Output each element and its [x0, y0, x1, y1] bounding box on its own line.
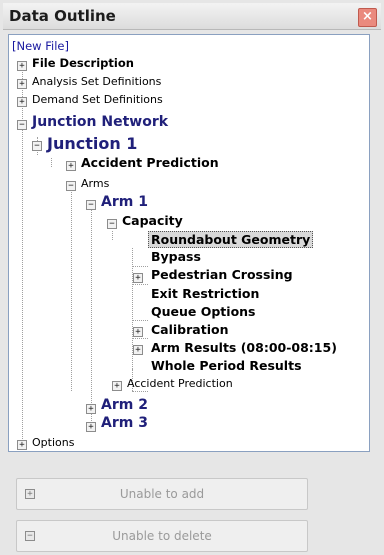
expand-plus-icon[interactable]: + [86, 422, 96, 432]
collapse-minus-icon[interactable]: − [86, 200, 96, 210]
tree-item-arm-accident-prediction[interactable]: Accident Prediction [127, 377, 233, 390]
outline-tree[interactable]: [New File] + File Description + Analysis… [8, 34, 370, 452]
tree-item-capacity[interactable]: Capacity [122, 213, 183, 228]
collapse-minus-icon[interactable]: − [32, 141, 42, 151]
tree-line [132, 266, 148, 267]
tree-line [91, 206, 92, 431]
expand-plus-icon[interactable]: + [133, 327, 143, 337]
tree-item-whole-period-results[interactable]: Whole Period Results [151, 358, 302, 373]
tree-item-roundabout-geometry[interactable]: Roundabout Geometry [148, 231, 314, 248]
tree-item-demand-set-definitions[interactable]: Demand Set Definitions [32, 93, 163, 106]
collapse-minus-icon[interactable]: − [107, 219, 117, 229]
tree-line [112, 231, 113, 240]
close-icon[interactable]: × [358, 8, 377, 27]
expand-plus-icon[interactable]: + [133, 273, 143, 283]
tree-item-bypass[interactable]: Bypass [151, 249, 201, 264]
tree-line [22, 61, 23, 447]
add-button-label: Unable to add [119, 487, 205, 501]
panel-title: Data Outline [9, 7, 116, 25]
delete-button-label: Unable to delete [112, 529, 212, 543]
tree-line [132, 338, 148, 339]
tree-item-calibration[interactable]: Calibration [151, 322, 228, 337]
tree-line [71, 181, 72, 391]
tree-item-analysis-set-definitions[interactable]: Analysis Set Definitions [32, 75, 161, 88]
tree-item-file-description[interactable]: File Description [32, 56, 134, 70]
tree-line [132, 284, 148, 285]
expand-plus-icon[interactable]: + [17, 61, 27, 71]
tree-item-arms[interactable]: Arms [81, 177, 109, 190]
tree-item-arm-2[interactable]: Arm 2 [101, 397, 148, 413]
expand-plus-icon[interactable]: + [86, 404, 96, 414]
tree-item-pedestrian-crossing[interactable]: Pedestrian Crossing [151, 267, 293, 282]
add-button[interactable]: + Unable to add [16, 478, 308, 510]
expand-plus-icon[interactable]: + [17, 79, 27, 89]
tree-item-options[interactable]: Options [32, 436, 74, 449]
tree-item-arm-3[interactable]: Arm 3 [101, 415, 148, 431]
expand-plus-icon[interactable]: + [17, 97, 27, 107]
expand-plus-icon[interactable]: + [112, 381, 122, 391]
expand-plus-icon[interactable]: + [133, 345, 143, 355]
delete-button[interactable]: − Unable to delete [16, 520, 308, 552]
collapse-minus-icon[interactable]: − [66, 181, 76, 191]
tree-line [132, 391, 148, 392]
tree-item-queue-options[interactable]: Queue Options [151, 304, 256, 319]
data-outline-panel: Data Outline × [New File] + File Descrip… [0, 0, 384, 555]
tree-item-new-file[interactable]: [New File] [12, 39, 69, 53]
tree-item-arm-results[interactable]: Arm Results (08:00-08:15) [151, 340, 337, 355]
tree-item-exit-restriction[interactable]: Exit Restriction [151, 286, 259, 301]
tree-item-accident-prediction[interactable]: Accident Prediction [81, 155, 219, 170]
tree-line [132, 320, 148, 321]
panel-titlebar: Data Outline × [3, 3, 381, 30]
expand-plus-icon[interactable]: + [66, 161, 76, 171]
tree-item-arm-1[interactable]: Arm 1 [101, 194, 148, 210]
tree-item-junction-network[interactable]: Junction Network [32, 114, 168, 130]
collapse-minus-icon[interactable]: − [17, 120, 27, 130]
expand-plus-icon[interactable]: + [17, 440, 27, 450]
tree-item-junction-1[interactable]: Junction 1 [47, 134, 137, 153]
tree-line [51, 158, 52, 167]
